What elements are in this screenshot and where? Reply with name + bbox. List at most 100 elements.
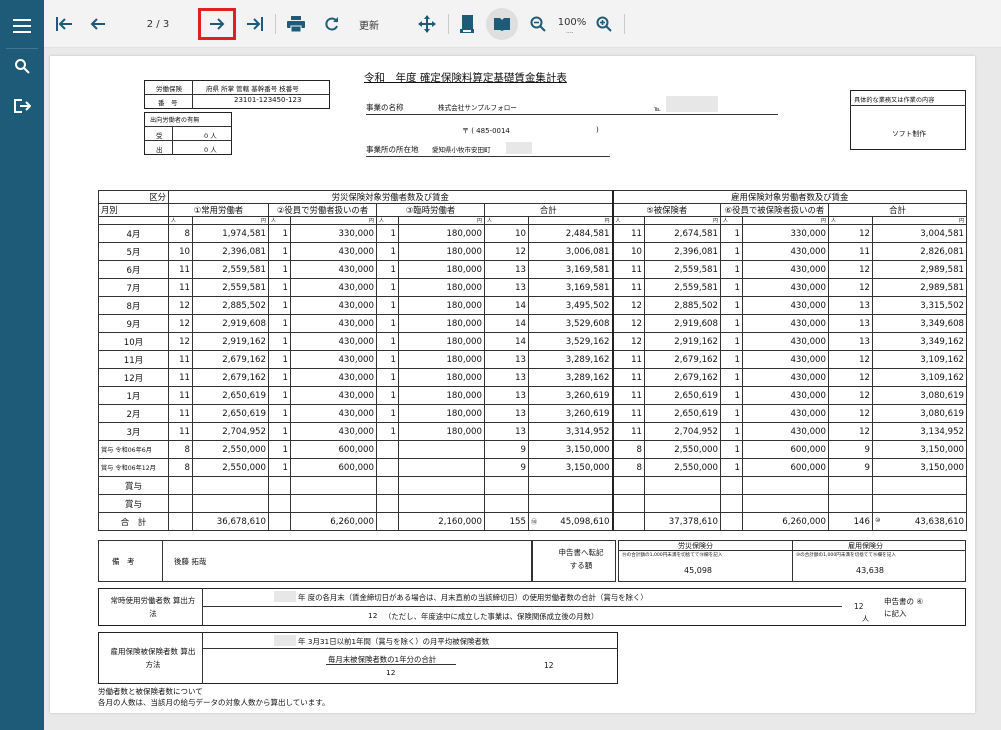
previous-page-button[interactable] [84, 10, 112, 38]
table-cell: 1 [376, 350, 399, 369]
table-cell: 2,919,608 [192, 314, 269, 333]
last-page-button[interactable] [242, 10, 268, 38]
print-button[interactable] [282, 10, 310, 38]
move-arrows-icon [418, 15, 436, 33]
col-regular: ①常用労働者 [168, 203, 269, 217]
table-row: 4月 8 1,974,581 1 330,000 1 180,000 10 2,484,581 1… [98, 224, 968, 243]
unit-cell: 円 [742, 216, 829, 225]
table-cell: 2,704,952 [644, 422, 721, 441]
update-button[interactable]: 更新 [356, 10, 382, 38]
unit-cell: 人 [611, 216, 645, 225]
unit-cell: 円 [644, 216, 721, 225]
table-cell: 1 [268, 314, 291, 333]
single-page-view-button[interactable] [454, 10, 480, 38]
table-row: 賞与 令和06年6月 8 2,550,000 1 600,000 9 3,150,000 8 2… [98, 440, 968, 459]
table-cell: 2,885,502 [192, 296, 269, 315]
table-cell [611, 476, 645, 495]
unit-cell: 人 [720, 216, 743, 225]
table-cell: 9 [484, 440, 529, 459]
total-cell: ⑭ 45,098,610 [528, 512, 613, 531]
table-cell [398, 476, 485, 495]
koyou-header: 雇用保険対象労働者数及び賃金 [611, 190, 968, 204]
table-cell: 2,919,162 [192, 332, 269, 351]
table-cell: 3,134,952 [871, 422, 968, 441]
table-cell [742, 494, 829, 513]
table-cell: 180,000 [398, 332, 485, 351]
table-cell: 2,650,619 [192, 386, 269, 405]
zoom-in-button[interactable] [592, 10, 616, 38]
regular-workers-result: 12 [854, 602, 864, 611]
arrow-right-icon [210, 18, 225, 30]
total-cell: 36,678,610 [192, 512, 269, 531]
table-cell [398, 458, 485, 477]
pan-button[interactable] [414, 10, 440, 38]
table-cell: 11 [611, 224, 645, 243]
table-cell: 12 [828, 386, 873, 405]
unit-cell: 人 [376, 216, 399, 225]
table-cell: 8 [168, 440, 193, 459]
table-cell: 1 [268, 260, 291, 279]
zoom-level-dropdown-dots[interactable]: .... [566, 28, 574, 35]
secondment-receive-value: 0 人 [204, 132, 217, 140]
koyou-portion-note: ⑩の合計額の1,000円未満を切捨てて⑯欄を記入 [796, 553, 896, 558]
secondment-label: 出向労働者の有無 [150, 117, 200, 124]
month-label: 月別 [98, 203, 169, 217]
table-cell: 11 [168, 368, 193, 387]
document-viewer[interactable]: 令和 年度 確定保険料算定基礎賃金集計表 労働保険 府県 所掌 管轄 基幹番号 … [44, 48, 1001, 730]
row-label: 賞与 [98, 476, 169, 495]
footer-note-line2: 各月の人数は、当該月の給与データの対象人数から算出しています。 [98, 698, 330, 707]
table-cell [398, 440, 485, 459]
total-cell: 合 計 [98, 512, 169, 531]
koyou-portion-value: 43,638 [856, 566, 884, 575]
table-cell: 1 [268, 224, 291, 243]
first-page-button[interactable] [52, 10, 76, 38]
zoom-out-button[interactable] [526, 10, 550, 38]
unit-cell: 人 [268, 216, 291, 225]
table-cell: 430,000 [742, 278, 829, 297]
search-button[interactable] [0, 46, 44, 86]
row-label: 1月 [98, 386, 169, 405]
table-cell: 430,000 [742, 296, 829, 315]
col-officer-insured: ⑥役員で被保険者扱いの者 [720, 203, 829, 217]
wage-summary-form: 令和 年度 確定保険料算定基礎賃金集計表 労働保険 府県 所掌 管轄 基幹番号 … [98, 72, 968, 707]
total-row: 合 計 36,678,610 6,260,000 2,160,000 155 ⑭ 45,09… [98, 512, 968, 531]
table-cell: 1 [376, 296, 399, 315]
search-icon [15, 59, 30, 74]
unit-cell: 人 [828, 216, 873, 225]
menu-button[interactable] [0, 6, 44, 46]
sidebar [0, 0, 44, 730]
table-cell: 600,000 [290, 440, 377, 459]
insurance-label: 労働保険 [156, 85, 182, 93]
transfer-amount-label: 申告書へ転記する額 [558, 548, 604, 570]
table-cell: 2,650,619 [644, 386, 721, 405]
table-cell: 1 [268, 242, 291, 261]
row-label: 10月 [98, 332, 169, 351]
table-row: 11月 11 2,679,162 1 430,000 1 180,000 13 3,289,16… [98, 350, 968, 369]
table-cell: 2,650,619 [192, 404, 269, 423]
table-cell: 180,000 [398, 368, 485, 387]
table-cell: 2,559,581 [192, 278, 269, 297]
remarks-value: 後藤 拓哉 [174, 557, 207, 566]
table-cell: 8 [168, 458, 193, 477]
page-indicator: 2 / 3 [146, 18, 170, 30]
table-cell: 3,289,162 [528, 350, 613, 369]
table-cell [376, 476, 399, 495]
book-view-button[interactable] [486, 8, 518, 40]
table-cell: 3,004,581 [871, 224, 968, 243]
regular-workers-line1: 年 度の各月末（賃金締切日がある場合は、月末直前の当該締切日）の使用労働者数の合… [298, 593, 648, 602]
next-page-button[interactable] [198, 8, 236, 40]
table-cell: 10 [611, 242, 645, 261]
row-label: 12月 [98, 368, 169, 387]
col-officer: ②役員で労働者扱いの者 [268, 203, 377, 217]
table-cell: 13 [484, 368, 529, 387]
table-cell [168, 476, 193, 495]
secondment-send-label: 出 [156, 146, 163, 154]
table-cell: 11 [168, 404, 193, 423]
table-cell: 430,000 [742, 350, 829, 369]
postal-code-close: ) [596, 126, 599, 134]
refresh-button[interactable] [320, 10, 344, 38]
export-button[interactable] [0, 86, 44, 126]
table-cell: 430,000 [742, 386, 829, 405]
table-cell: 1 [376, 404, 399, 423]
insured-result: 12 [544, 661, 554, 670]
